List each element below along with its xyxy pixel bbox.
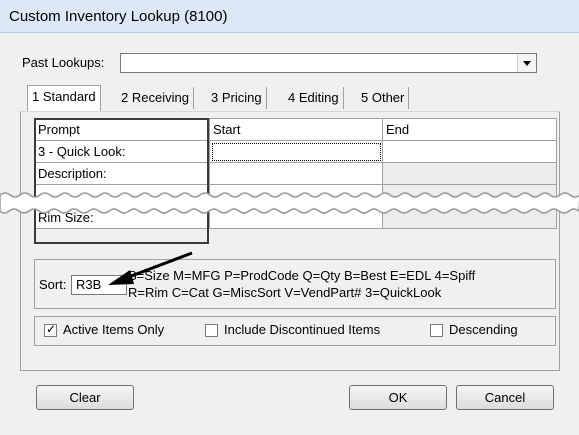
column-header-start: Start (209, 118, 383, 141)
custom-inventory-lookup-window: Custom Inventory Lookup (8100) Past Look… (0, 0, 579, 435)
chevron-down-icon[interactable] (517, 54, 536, 72)
prompt-cell: 3 - Quick Look: (34, 140, 210, 163)
end-cell[interactable] (382, 140, 557, 163)
past-lookups-label: Past Lookups: (22, 55, 105, 70)
descending-label[interactable]: Descending (449, 322, 518, 337)
descending-checkbox[interactable] (430, 324, 443, 337)
column-header-prompt: Prompt (34, 118, 210, 141)
tab-other[interactable]: 5 Other (357, 87, 410, 109)
active-items-label[interactable]: Active Items Only (63, 322, 164, 337)
prompt-cell: Description: (34, 162, 210, 185)
start-cell[interactable] (209, 162, 383, 185)
past-lookups-combobox[interactable] (120, 53, 537, 73)
torn-edge-divider (0, 192, 579, 214)
tab-receiving[interactable]: 2 Receiving (117, 87, 194, 109)
sort-label: Sort: (39, 277, 67, 292)
table-row: 3 - Quick Look: (34, 140, 557, 163)
callout-arrow (108, 251, 193, 285)
window-title: Custom Inventory Lookup (8100) (9, 8, 228, 25)
column-header-end: End (382, 118, 557, 141)
grid-header-row: Prompt Start End (34, 118, 557, 141)
ok-button[interactable]: OK (349, 385, 447, 410)
include-discontinued-checkbox[interactable] (205, 324, 218, 337)
active-items-checkbox[interactable] (44, 322, 57, 337)
clear-button[interactable]: Clear (36, 385, 134, 410)
cancel-button[interactable]: Cancel (456, 385, 554, 410)
tab-editing[interactable]: 4 Editing (284, 87, 344, 109)
end-cell[interactable] (382, 162, 557, 185)
include-discontinued-label[interactable]: Include Discontinued Items (224, 322, 380, 337)
title-bar[interactable]: Custom Inventory Lookup (8100) (0, 0, 579, 33)
start-cell[interactable] (209, 140, 383, 163)
tab-standard[interactable]: 1 Standard (27, 85, 101, 111)
table-row: Description: (34, 162, 557, 185)
tab-pricing[interactable]: 3 Pricing (207, 87, 267, 109)
